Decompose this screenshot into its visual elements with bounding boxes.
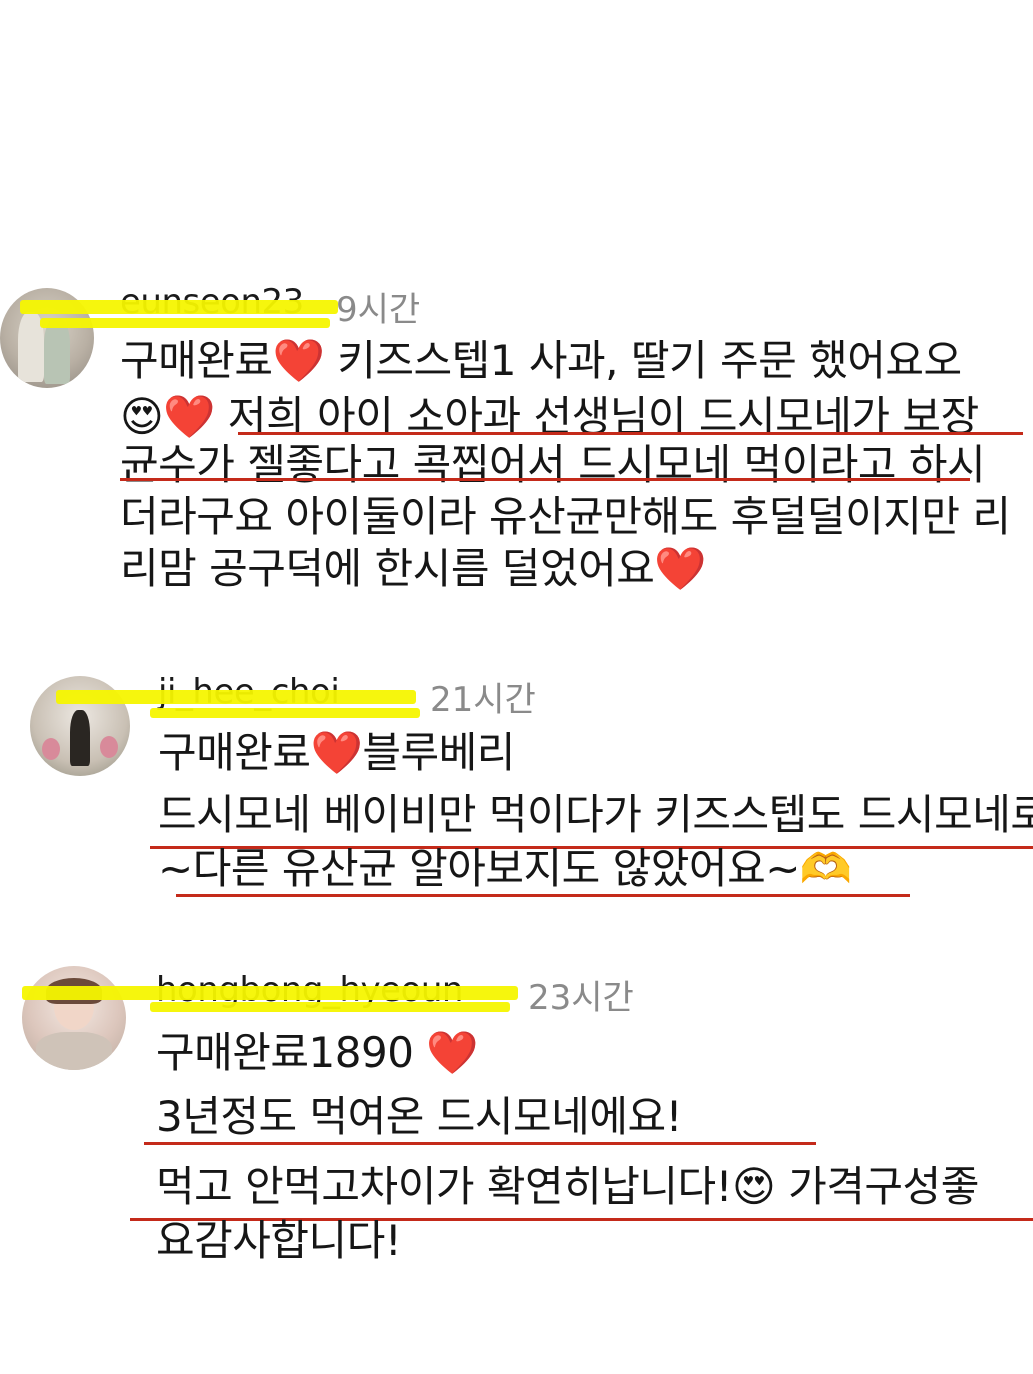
comment-text-line: 리맘 공구덕에 한시름 덜었어요❤️ (120, 544, 707, 593)
timestamp: 9시간 (336, 290, 421, 330)
avatar[interactable] (22, 966, 126, 1070)
comment-text-line: 구매완료❤️블루베리 (158, 728, 515, 777)
timestamp: 23시간 (528, 978, 634, 1018)
comment-text-line: 드시모네 베이비만 먹이다가 키즈스텝도 드시모네로 (158, 790, 1033, 839)
comment-text-line: 먹고 안먹고차이가 확연히납니다!😍 가격구성좋 (156, 1162, 979, 1211)
red-underline (120, 478, 970, 481)
comment-text-line: 구매완료❤️ 키즈스텝1 사과, 딸기 주문 했어요오 (120, 336, 962, 385)
red-underline (144, 1142, 816, 1145)
comment-text-line: ~다른 유산균 알아보지도 않았어요~🫶 (158, 844, 852, 893)
username-redaction (56, 690, 416, 704)
timestamp: 21시간 (430, 680, 536, 720)
username-redaction (20, 300, 338, 314)
username-redaction (150, 1002, 510, 1012)
comment-text-line: 요감사합니다! (156, 1216, 402, 1265)
username-redaction (150, 708, 420, 718)
comment-text-line: 더라구요 아이둘이라 유산균만해도 후덜덜이지만 리 (120, 492, 1011, 541)
red-underline (176, 894, 910, 897)
username-redaction (40, 318, 330, 328)
comment-text-line: 😍❤️ 저희 아이 소아과 선생님이 드시모네가 보장 (120, 392, 979, 441)
comment-text-line: 3년정도 먹여온 드시모네에요! (156, 1092, 682, 1141)
username-redaction (22, 986, 518, 1000)
comment-text-line: 구매완료1890 ❤️ (156, 1028, 479, 1077)
red-underline (238, 432, 1023, 435)
comment-text-line: 균수가 젤좋다고 콕찝어서 드시모네 먹이라고 하시 (120, 440, 986, 489)
